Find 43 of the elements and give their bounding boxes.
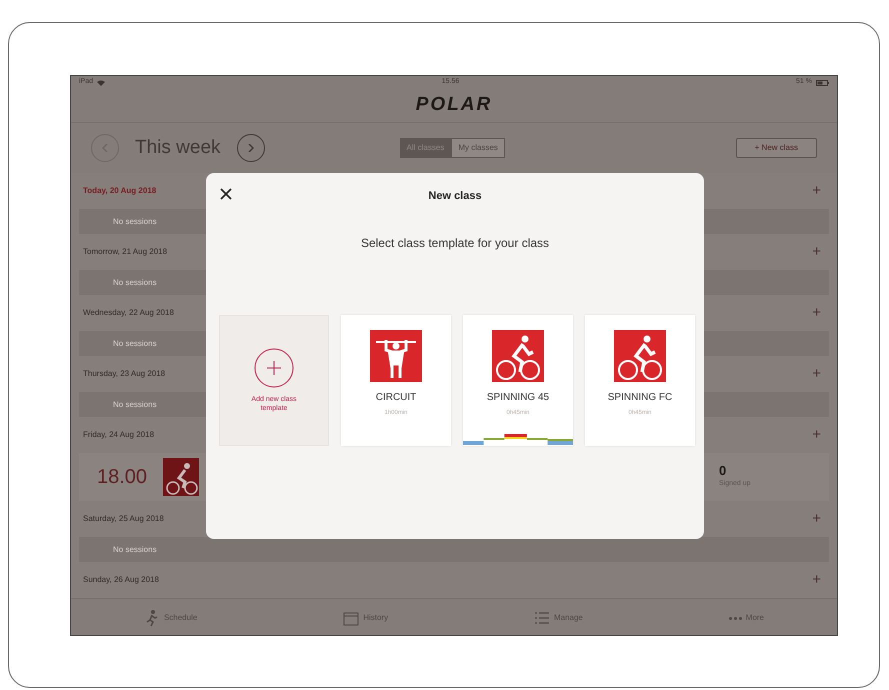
day-heading: Friday, 24 Aug 2018 [83, 429, 154, 441]
dialog-subtitle: Select class template for your class [360, 236, 550, 250]
no-sessions-text: No sessions [113, 216, 157, 228]
template-name: CIRCUIT [376, 391, 416, 405]
wifi-icon [97, 80, 106, 86]
new-class-button[interactable]: + New class [736, 138, 817, 158]
close-icon [220, 188, 232, 200]
add-session-button[interactable]: + [812, 424, 821, 446]
week-title: This week [135, 136, 221, 160]
day-heading: Today, 20 Aug 2018 [83, 185, 156, 197]
add-circle-icon [254, 348, 294, 388]
add-session-button[interactable]: + [812, 508, 821, 530]
dialog-title: New class [428, 190, 482, 202]
no-sessions-text: No sessions [113, 276, 157, 288]
template-name: SPINNING FC [608, 391, 672, 405]
cyclist-icon [163, 458, 200, 496]
signed-up-count: 0 [719, 462, 726, 480]
list-icon [534, 610, 550, 626]
next-week-button[interactable] [236, 134, 265, 162]
polar-logo: POLAR [416, 93, 492, 118]
no-sessions-text: No sessions [113, 398, 157, 410]
add-session-button[interactable]: + [812, 240, 821, 264]
add-session-button[interactable]: + [812, 302, 821, 324]
chevron-right-icon [248, 144, 254, 152]
more-icon [728, 616, 742, 620]
day-heading: Sunday, 26 Aug 2018 [83, 574, 159, 586]
calendar-icon [343, 610, 360, 626]
add-session-button[interactable]: + [812, 180, 821, 202]
no-sessions-text: No sessions [113, 544, 157, 556]
circuit-icon [370, 330, 422, 382]
no-sessions-text: No sessions [113, 338, 157, 350]
day-heading: Saturday, 25 Aug 2018 [83, 513, 164, 525]
cyclist-icon [614, 330, 666, 382]
cyclist-icon [492, 330, 544, 382]
template-name: SPINNING 45 [486, 391, 550, 405]
day-heading: Thursday, 23 Aug 2018 [83, 368, 166, 380]
session-time: 18.00 [97, 465, 148, 490]
day-heading: Wednesday, 22 Aug 2018 [83, 307, 174, 319]
add-session-button[interactable]: + [812, 568, 821, 592]
battery-icon [816, 80, 829, 86]
add-session-button[interactable]: + [812, 362, 821, 386]
filter-tab[interactable]: My classes [451, 138, 505, 158]
day-heading: Tomorrow, 21 Aug 2018 [83, 246, 168, 258]
